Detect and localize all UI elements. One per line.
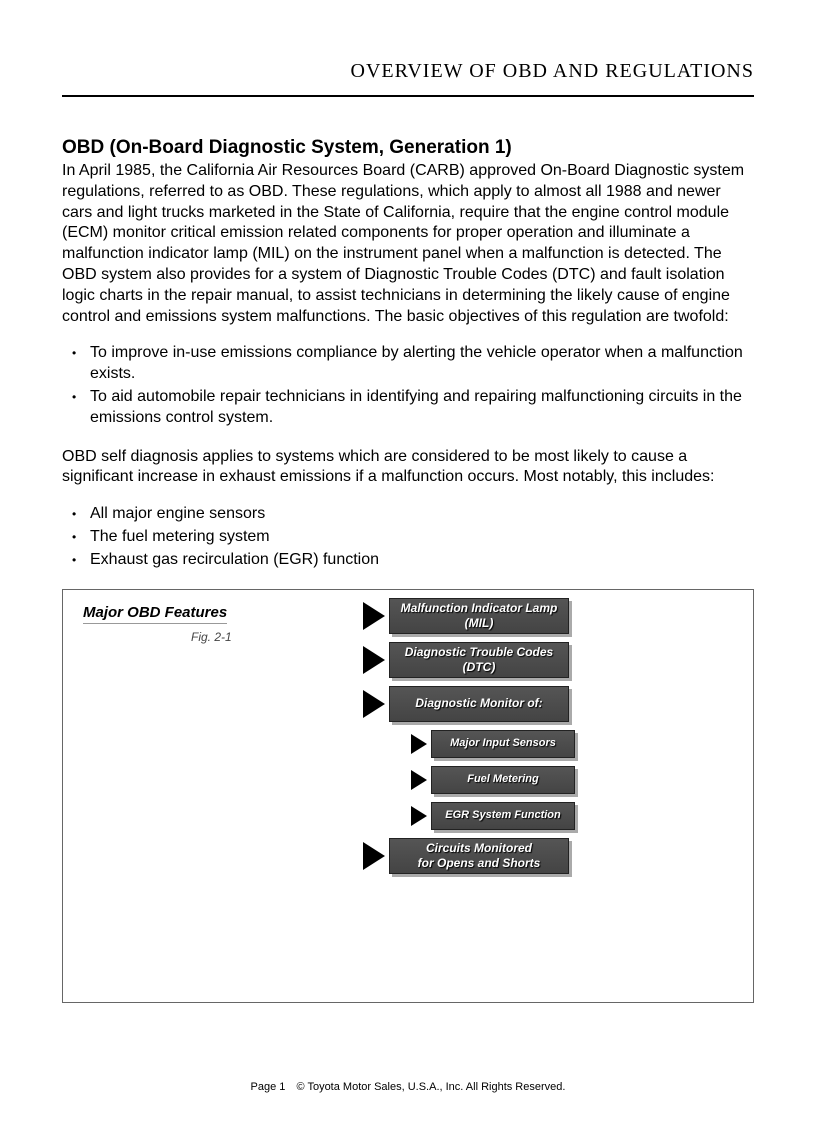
page-number: Page 1 xyxy=(251,1081,286,1093)
figure-box: Major OBD Features Fig. 2-1 Malfunction … xyxy=(62,589,754,1003)
content: OBD (On-Board Diagnostic System, Generat… xyxy=(62,137,754,1003)
feature-label: Malfunction Indicator Lamp xyxy=(390,601,568,615)
feature-box-fuel: Fuel Metering xyxy=(431,766,575,794)
feature-row: Malfunction Indicator Lamp (MIL) xyxy=(363,598,575,634)
paragraph-1: In April 1985, the California Air Resour… xyxy=(62,161,754,327)
feature-row: EGR System Function xyxy=(411,802,575,830)
list-item: To aid automobile repair technicians in … xyxy=(90,387,754,429)
list-item: The fuel metering system xyxy=(90,527,754,548)
list-item: Exhaust gas recirculation (EGR) function xyxy=(90,550,754,571)
section-title: OBD (On-Board Diagnostic System, Generat… xyxy=(62,137,754,159)
figure-title: Major OBD Features xyxy=(83,604,227,624)
arrow-icon xyxy=(363,646,385,674)
feature-row: Diagnostic Monitor of: xyxy=(363,686,575,722)
arrow-icon xyxy=(411,770,427,790)
feature-label: Diagnostic Trouble Codes xyxy=(390,645,568,659)
feature-box-egr: EGR System Function xyxy=(431,802,575,830)
paragraph-2: OBD self diagnosis applies to systems wh… xyxy=(62,447,754,489)
list-item: All major engine sensors xyxy=(90,504,754,525)
objectives-list: To improve in-use emissions compliance b… xyxy=(62,343,754,428)
copyright-text: © Toyota Motor Sales, U.S.A., Inc. All R… xyxy=(296,1081,565,1093)
feature-label: Major Input Sensors xyxy=(432,737,574,750)
feature-label: EGR System Function xyxy=(432,809,574,822)
feature-row: Major Input Sensors xyxy=(411,730,575,758)
feature-box-circuits: Circuits Monitored for Opens and Shorts xyxy=(389,838,569,874)
feature-box-mil: Malfunction Indicator Lamp (MIL) xyxy=(389,598,569,634)
feature-label: Diagnostic Monitor of: xyxy=(390,696,568,710)
page-footer: Page 1 © Toyota Motor Sales, U.S.A., Inc… xyxy=(0,1081,816,1093)
arrow-icon xyxy=(363,842,385,870)
systems-list: All major engine sensors The fuel meteri… xyxy=(62,504,754,570)
arrow-icon xyxy=(363,690,385,718)
feature-row: Diagnostic Trouble Codes (DTC) xyxy=(363,642,575,678)
feature-box-dtc: Diagnostic Trouble Codes (DTC) xyxy=(389,642,569,678)
feature-boxes: Malfunction Indicator Lamp (MIL) Diagnos… xyxy=(363,598,575,882)
arrow-icon xyxy=(411,806,427,826)
feature-sublabel: (MIL) xyxy=(390,616,568,630)
feature-sublabel: for Opens and Shorts xyxy=(390,856,568,870)
feature-label: Circuits Monitored xyxy=(390,841,568,855)
feature-box-sensors: Major Input Sensors xyxy=(431,730,575,758)
feature-label: Fuel Metering xyxy=(432,773,574,786)
page-header: OVERVIEW OF OBD AND REGULATIONS xyxy=(62,60,754,97)
header-title: OVERVIEW OF OBD AND REGULATIONS xyxy=(351,60,754,82)
arrow-icon xyxy=(363,602,385,630)
feature-sublabel: (DTC) xyxy=(390,660,568,674)
feature-box-monitor: Diagnostic Monitor of: xyxy=(389,686,569,722)
feature-row: Circuits Monitored for Opens and Shorts xyxy=(363,838,575,874)
arrow-icon xyxy=(411,734,427,754)
feature-row: Fuel Metering xyxy=(411,766,575,794)
list-item: To improve in-use emissions compliance b… xyxy=(90,343,754,385)
